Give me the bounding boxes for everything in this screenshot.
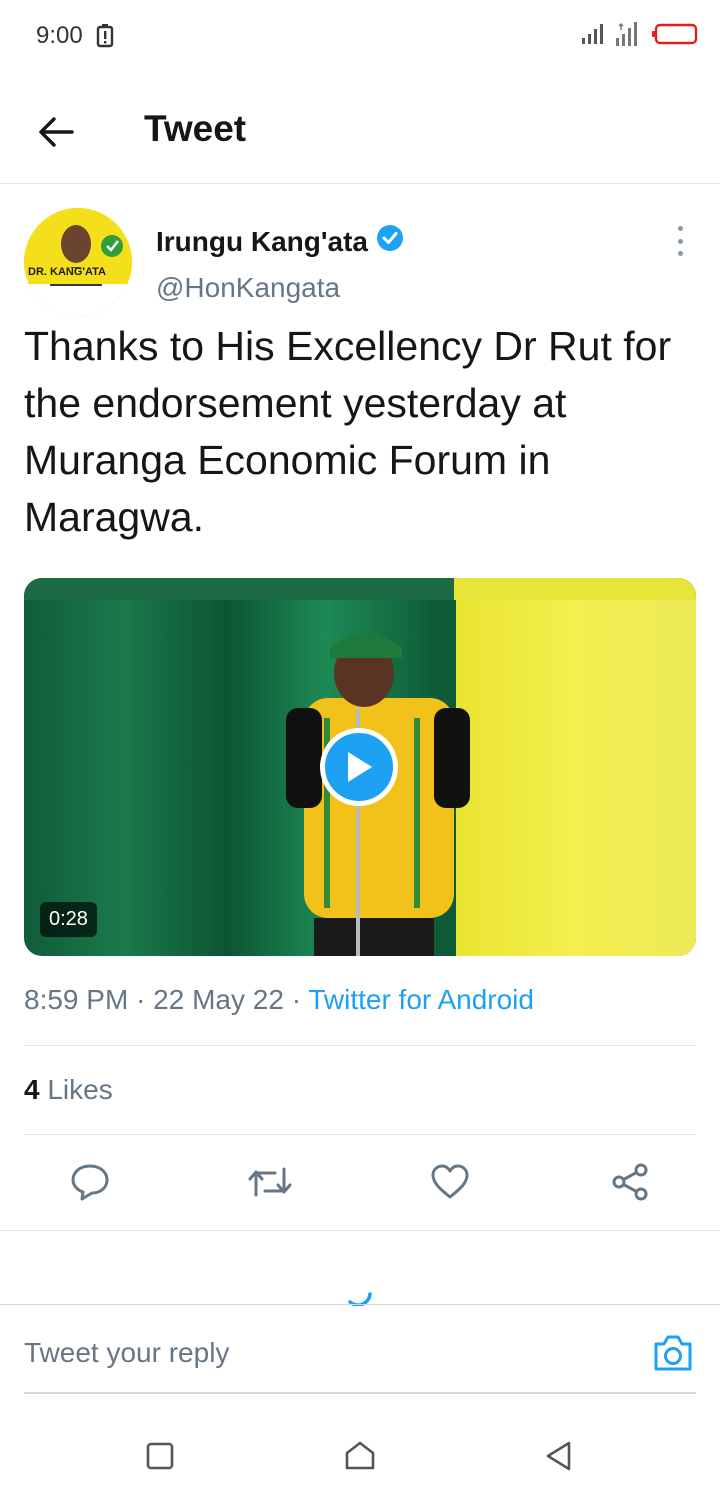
signal-icon-secondary xyxy=(616,22,642,51)
avatar[interactable]: DR. KANG'ATA xyxy=(24,208,132,316)
author-name-row[interactable]: Irungu Kang'ata xyxy=(156,224,404,259)
more-options-icon[interactable] xyxy=(668,226,692,256)
divider xyxy=(24,1045,696,1046)
triangle-back-icon xyxy=(546,1441,571,1471)
app-bar: Tweet xyxy=(0,72,720,184)
play-button[interactable] xyxy=(320,728,398,806)
tweet-source-link[interactable]: Twitter for Android xyxy=(308,984,534,1015)
reply-bar: Tweet your reply xyxy=(0,1304,720,1400)
reply-button[interactable] xyxy=(60,1152,120,1212)
share-icon xyxy=(612,1163,648,1201)
status-bar: 9:00 xyxy=(0,0,720,72)
likes-count[interactable]: 4 Likes xyxy=(24,1074,113,1106)
tweet-actions xyxy=(0,1152,720,1220)
reply-icon xyxy=(71,1164,109,1201)
reply-underline xyxy=(24,1392,696,1394)
author-name: Irungu Kang'ata xyxy=(156,225,368,257)
likes-number: 4 xyxy=(24,1074,40,1105)
retweet-button[interactable] xyxy=(240,1152,300,1212)
battery-saver-icon xyxy=(96,24,114,53)
meta-separator-2: · xyxy=(291,984,302,1015)
divider xyxy=(0,1230,720,1231)
camera-button[interactable] xyxy=(652,1333,694,1378)
verified-badge-icon xyxy=(376,224,404,259)
battery-icon xyxy=(652,23,698,50)
play-icon xyxy=(348,752,372,782)
home-button[interactable] xyxy=(338,1434,382,1478)
tweet-time: 8:59 PM xyxy=(24,984,129,1015)
avatar-title: DR. KANG'ATA xyxy=(28,266,106,278)
back-nav-button[interactable] xyxy=(536,1434,580,1478)
meta-separator: · xyxy=(136,984,146,1015)
status-time: 9:00 xyxy=(36,22,83,49)
back-button[interactable] xyxy=(28,104,84,160)
likes-label: Likes xyxy=(47,1074,113,1105)
page-title: Tweet xyxy=(144,108,247,149)
tweet-meta: 8:59 PM · 22 May 22 · Twitter for Androi… xyxy=(24,984,534,1016)
author-handle[interactable]: @HonKangata xyxy=(156,272,340,304)
video-media[interactable]: 0:28 xyxy=(24,578,696,956)
divider xyxy=(24,1134,696,1135)
tweet-date: 22 May 22 xyxy=(153,984,284,1015)
like-button[interactable] xyxy=(420,1152,480,1212)
camera-icon xyxy=(654,1335,692,1371)
signal-icon xyxy=(582,24,606,49)
video-duration: 0:28 xyxy=(40,902,97,937)
arrow-left-icon xyxy=(39,117,74,147)
share-button[interactable] xyxy=(600,1152,660,1212)
reply-input[interactable]: Tweet your reply xyxy=(24,1337,229,1369)
heart-icon xyxy=(431,1164,469,1199)
home-icon xyxy=(345,1441,375,1470)
square-icon xyxy=(146,1442,174,1470)
recents-button[interactable] xyxy=(138,1434,182,1478)
tweet-text: Thanks to His Excellency Dr Rut for the … xyxy=(24,323,672,540)
system-nav-bar xyxy=(0,1410,720,1500)
retweet-icon xyxy=(248,1167,292,1197)
